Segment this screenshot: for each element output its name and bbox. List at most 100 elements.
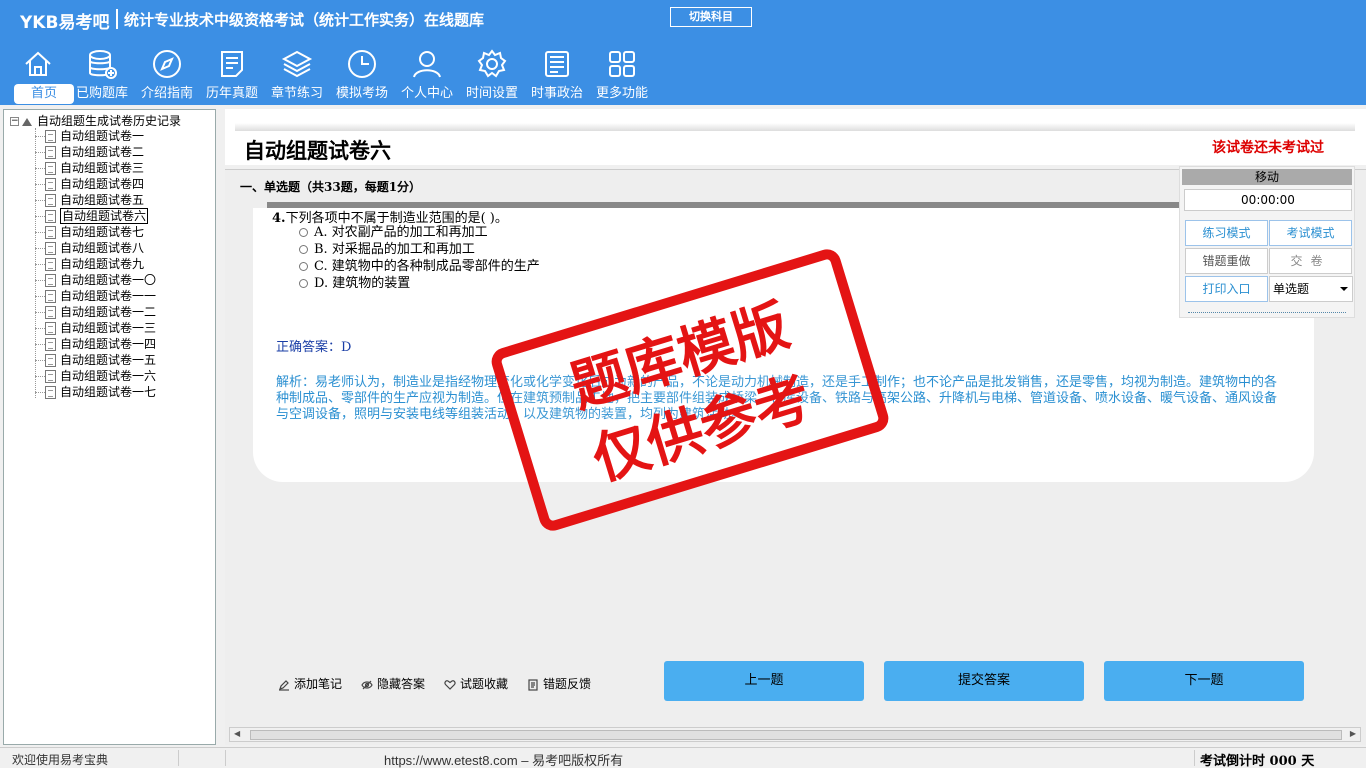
favorite-button[interactable]: 试题收藏 [444, 675, 508, 692]
history-tree[interactable]: − 自动组题生成试卷历史记录 自动组题试卷一 自动组题试卷二 自动组题试卷三 自动组题试… [3, 109, 216, 745]
tree-item-label: 自动组题试卷一〇 [60, 273, 157, 287]
document-icon [45, 162, 56, 175]
redo-wrong-button[interactable]: 错题重做 [1185, 248, 1268, 274]
paper-header-decoration [235, 123, 1355, 131]
feedback-label: 错题反馈 [543, 677, 592, 691]
option-label: C. 建筑物中的各种制成品零部件的生产 [314, 259, 540, 274]
nav-label-chapter-practice: 章节练习 [270, 86, 323, 101]
option-d[interactable]: D. 建筑物的装置 [299, 275, 410, 293]
document-icon [45, 178, 56, 191]
hand-in-button[interactable]: 交卷 [1269, 248, 1352, 274]
nav-mock-exam[interactable]: 模拟考场 [330, 48, 394, 104]
document-icon [45, 194, 56, 207]
hide-answer-button[interactable]: 隐藏答案 [361, 675, 425, 692]
collapse-icon[interactable]: − [10, 117, 19, 126]
tree-item-label: 自动组题试卷一六 [60, 369, 157, 383]
switch-subject-button[interactable]: 切换科目 [670, 7, 752, 27]
question-card: 4.下列各项中不属于制造业范围的是( )。 A. 对农副产品的加工和再加工 B.… [253, 208, 1314, 482]
clock-icon [348, 50, 376, 78]
tree-item[interactable]: 自动组题试卷三 [35, 160, 144, 176]
prev-question-button[interactable]: 上一题 [664, 661, 864, 701]
radio-icon[interactable] [299, 228, 308, 237]
nav-label-time-settings: 时间设置 [465, 86, 518, 101]
print-button[interactable]: 打印入口 [1185, 276, 1268, 302]
tree-item-label: 自动组题试卷一二 [60, 305, 157, 319]
tree-item[interactable]: 自动组题试卷五 [35, 192, 144, 208]
option-a[interactable]: A. 对农副产品的加工和再加工 [299, 224, 488, 242]
next-question-button[interactable]: 下一题 [1104, 661, 1304, 701]
tree-item[interactable]: 自动组题试卷二 [35, 144, 144, 160]
tree-item[interactable]: 自动组题试卷八 [35, 240, 144, 256]
tree-connector [35, 152, 45, 153]
feedback-button[interactable]: 错题反馈 [527, 675, 591, 692]
horizontal-scrollbar[interactable]: ◀ ▶ [229, 727, 1361, 742]
tree-item-label: 自动组题试卷一四 [60, 337, 157, 351]
nav-purchased[interactable]: 已购题库 [70, 48, 134, 104]
user-icon [413, 51, 441, 78]
pencil-icon [279, 679, 289, 691]
option-label: A. 对农副产品的加工和再加工 [314, 225, 488, 240]
tree-connector [35, 376, 45, 377]
scrollbar-thumb[interactable] [250, 730, 1342, 740]
welcome-text: 欢迎使用易考宝典 [12, 753, 109, 767]
nav-guide[interactable]: 介绍指南 [135, 48, 199, 104]
document-icon [45, 386, 56, 399]
nav-more-functions[interactable]: 更多功能 [590, 48, 654, 104]
tree-item[interactable]: 自动组题试卷一六 [35, 368, 156, 384]
nav-label-personal-center: 个人中心 [400, 86, 453, 101]
nav-current-affairs[interactable]: 时事政治 [525, 48, 589, 104]
logo: YKB易考吧 [20, 13, 110, 33]
nav-time-settings[interactable]: 时间设置 [460, 48, 524, 104]
chevron-down-icon [1340, 287, 1348, 291]
radio-icon[interactable] [299, 262, 308, 271]
tree-item-label: 自动组题试卷七 [60, 225, 145, 239]
option-label: B. 对采掘品的加工和再加工 [314, 242, 475, 257]
tree-item[interactable]: 自动组题试卷六 [35, 208, 149, 224]
tree-item-label: 自动组题试卷五 [60, 193, 145, 207]
nav-past-exams[interactable]: 历年真题 [200, 48, 264, 104]
eye-off-icon [361, 680, 373, 689]
tree-connector [35, 232, 45, 233]
option-b[interactable]: B. 对采掘品的加工和再加工 [299, 241, 475, 259]
submit-answer-button[interactable]: 提交答案 [884, 661, 1084, 701]
tree-item[interactable]: 自动组题试卷一四 [35, 336, 156, 352]
radio-icon[interactable] [299, 245, 308, 254]
radio-icon[interactable] [299, 279, 308, 288]
tree-connector [35, 344, 45, 345]
tree-item[interactable]: 自动组题试卷七 [35, 224, 144, 240]
tree-connector [35, 280, 45, 281]
panel-scroll-indicator [1188, 312, 1346, 316]
tree-item-label: 自动组题试卷六 [60, 208, 149, 224]
tree-item[interactable]: 自动组题试卷一〇 [35, 272, 156, 288]
tree-item[interactable]: 自动组题试卷一一 [35, 288, 156, 304]
nav-personal-center[interactable]: 个人中心 [395, 48, 459, 104]
nav-chapter-practice[interactable]: 章节练习 [265, 48, 329, 104]
tree-item[interactable]: 自动组题试卷一二 [35, 304, 156, 320]
scroll-left-icon[interactable]: ◀ [234, 729, 240, 738]
status-bar: 欢迎使用易考宝典 https://www.etest8.com – 易考吧版权所… [0, 747, 1366, 768]
nav-label-guide: 介绍指南 [140, 86, 193, 101]
scroll-right-icon[interactable]: ▶ [1350, 729, 1356, 738]
option-c[interactable]: C. 建筑物中的各种制成品零部件的生产 [299, 258, 540, 276]
tree-item[interactable]: 自动组题试卷一三 [35, 320, 156, 336]
tree-connector [35, 328, 45, 329]
move-handle[interactable]: 移动 [1182, 169, 1352, 185]
tree-item[interactable]: 自动组题试卷九 [35, 256, 144, 272]
practice-mode-button[interactable]: 练习模式 [1185, 220, 1268, 246]
tree-item[interactable]: 自动组题试卷一五 [35, 352, 156, 368]
exam-control-panel: 移动 00:00:00 练习模式 考试模式 错题重做 交卷 打印入口 单选题 [1179, 166, 1355, 318]
exam-mode-button[interactable]: 考试模式 [1269, 220, 1352, 246]
document-icon [45, 258, 56, 271]
document-icon [45, 130, 56, 143]
question-type-select[interactable]: 单选题 [1269, 276, 1353, 302]
nav-label-mock-exam: 模拟考场 [335, 86, 388, 101]
tree-item[interactable]: 自动组题试卷一七 [35, 384, 156, 400]
tree-root[interactable]: − 自动组题生成试卷历史记录 [10, 112, 181, 128]
nav-home[interactable]: 首页 [6, 48, 74, 104]
tree-item-label: 自动组题试卷三 [60, 161, 145, 175]
tree-item[interactable]: 自动组题试卷四 [35, 176, 144, 192]
add-note-button[interactable]: 添加笔记 [278, 675, 342, 692]
layers-icon [281, 50, 313, 78]
tree-item[interactable]: 自动组题试卷一 [35, 128, 144, 144]
document-icon [45, 274, 56, 287]
